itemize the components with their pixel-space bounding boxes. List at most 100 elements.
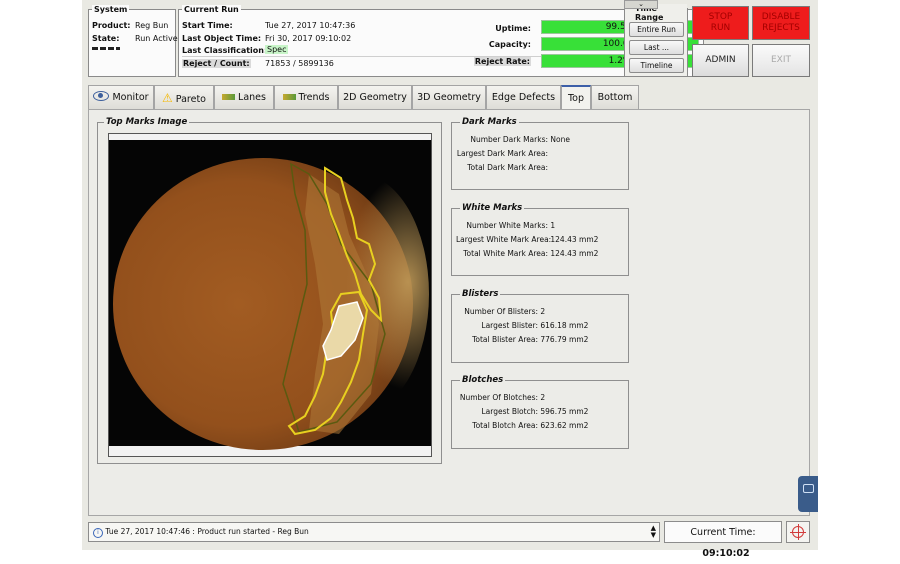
blisters-total-value: 776.79 mm2 — [540, 335, 589, 344]
blotches-number-label: Number Of Blotches: — [459, 393, 538, 402]
blisters-number-value: 2 — [540, 307, 546, 316]
current-time-label: Current Time: — [690, 527, 756, 538]
tab-pareto[interactable]: ⚠ Pareto — [154, 85, 214, 110]
tab-top[interactable]: Top — [561, 85, 591, 111]
last-object-label: Last Object Time: — [182, 34, 262, 43]
tab-top-label: Top — [567, 93, 585, 104]
blotches-total-row: Total Blotch Area: 623.62 mm2 — [456, 421, 588, 430]
dark-marks-group: Dark Marks Number Dark Marks: None Large… — [451, 117, 629, 190]
reject-count-value: 71853 / 5899136 — [265, 59, 334, 68]
stop-run-label: STOP RUN — [708, 12, 733, 33]
bun-image — [109, 134, 431, 456]
tab-trends-label: Trends — [298, 92, 330, 103]
disable-rejects-button[interactable]: DISABLE REJECTS — [752, 6, 810, 40]
stop-run-button[interactable]: STOP RUN — [692, 6, 749, 40]
dark-marks-number-value: None — [550, 135, 570, 144]
image-top-strip — [109, 134, 431, 140]
system-title: System — [92, 5, 130, 14]
tab-lanes[interactable]: Lanes — [214, 85, 274, 110]
uptime-label: Uptime: — [495, 24, 531, 33]
product-label: Product: — [92, 21, 131, 30]
dark-marks-largest-row: Largest Dark Mark Area: — [456, 149, 550, 158]
collapse-strip[interactable]: ⌄ — [624, 0, 658, 9]
blisters-largest-label: Largest Blister: — [481, 321, 538, 330]
blisters-largest-value: 616.18 mm2 — [540, 321, 589, 330]
tab-monitor[interactable]: Monitor — [88, 85, 154, 110]
tab-edge-defects[interactable]: Edge Defects — [486, 85, 561, 110]
disable-rejects-label: DISABLE REJECTS — [761, 12, 801, 33]
tab-bottom[interactable]: Bottom — [591, 85, 639, 110]
warning-icon: ⚠ — [162, 91, 173, 105]
status-message-bar[interactable]: i Tue 27, 2017 10:47:46 : Product run st… — [88, 522, 660, 542]
white-marks-group: White Marks Number White Marks: 1 Larges… — [451, 203, 629, 276]
current-time-box: Current Time: 09:10:02 — [664, 521, 782, 559]
white-marks-number-value: 1 — [550, 221, 556, 230]
state-label: State: — [92, 34, 120, 43]
blisters-number-row: Number Of Blisters: 2 — [456, 307, 545, 316]
timeline-button[interactable]: Timeline — [629, 58, 684, 73]
blisters-group: Blisters Number Of Blisters: 2 Largest B… — [451, 289, 629, 363]
info-icon: i — [93, 528, 103, 538]
white-marks-total-row: Total White Mark Area: 124.43 mm2 — [456, 249, 598, 258]
eye-icon — [93, 91, 110, 101]
tab-monitor-label: Monitor — [112, 92, 149, 103]
product-value: Reg Bun — [135, 21, 169, 30]
target-button[interactable] — [786, 521, 810, 543]
tab-3d-geometry[interactable]: 3D Geometry — [412, 85, 486, 110]
status-scroll-icon[interactable]: ▲ ▼ — [651, 525, 656, 539]
blisters-largest-row: Largest Blister: 616.18 mm2 — [456, 321, 588, 330]
exit-button[interactable]: EXIT — [752, 44, 810, 77]
last-object-value: Fri 30, 2017 09:10:02 — [265, 34, 352, 43]
current-run-title: Current Run — [182, 5, 241, 14]
blotches-group: Blotches Number Of Blotches: 2 Largest B… — [451, 375, 629, 449]
white-marks-title: White Marks — [460, 203, 525, 213]
exit-label: EXIT — [770, 55, 791, 65]
top-marks-image-title: Top Marks Image — [104, 117, 190, 127]
blotches-total-value: 623.62 mm2 — [540, 421, 589, 430]
tab-bottom-label: Bottom — [597, 92, 633, 103]
side-panel-handle[interactable] — [798, 476, 818, 512]
state-indicator-icon — [92, 47, 120, 50]
entire-run-button[interactable]: Entire Run — [629, 22, 684, 37]
top-marks-image — [108, 133, 432, 457]
dark-marks-number-row: Number Dark Marks: None — [456, 135, 570, 144]
dark-marks-number-label: Number Dark Marks: — [470, 135, 548, 144]
blotches-largest-value: 596.75 mm2 — [540, 407, 589, 416]
dark-marks-title: Dark Marks — [460, 117, 519, 127]
reject-rate-label: Reject Rate: — [473, 57, 531, 66]
top-marks-image-group: Top Marks Image — [97, 117, 442, 464]
tab-3d-geometry-label: 3D Geometry — [417, 92, 481, 103]
application-window: System Product: Reg Bun State: Run Activ… — [82, 0, 818, 559]
dark-marks-largest-label: Largest Dark Mark Area: — [456, 149, 548, 158]
capacity-label: Capacity: — [488, 40, 531, 49]
white-marks-largest-label: Largest White Mark Area: — [456, 235, 552, 244]
tab-2d-geometry[interactable]: 2D Geometry — [338, 85, 412, 110]
lanes-icon — [222, 94, 236, 100]
tab-2d-geometry-label: 2D Geometry — [343, 92, 407, 103]
start-time-label: Start Time: — [182, 21, 233, 30]
admin-label: ADMIN — [705, 55, 736, 65]
admin-button[interactable]: ADMIN — [692, 44, 749, 77]
tab-content-panel: Top Marks Image Dark Marks Number Dark M… — [88, 109, 810, 516]
last-class-value: Spec — [265, 45, 289, 54]
white-marks-total-value: 124.43 mm2 — [550, 249, 599, 258]
status-message: Tue 27, 2017 10:47:46 : Product run star… — [105, 527, 309, 536]
tab-trends[interactable]: Trends — [274, 85, 338, 110]
state-value: Run Active — [135, 34, 178, 43]
dark-marks-total-label: Total Dark Mark Area: — [467, 163, 548, 172]
last-button[interactable]: Last ... — [629, 40, 684, 55]
blisters-number-label: Number Of Blisters: — [464, 307, 538, 316]
blotches-total-label: Total Blotch Area: — [472, 421, 538, 430]
blisters-total-row: Total Blister Area: 776.79 mm2 — [456, 335, 588, 344]
white-marks-largest-row: Largest White Mark Area: 124.43 mm2 — [456, 235, 598, 244]
tab-pareto-label: Pareto — [175, 94, 206, 105]
start-time-value: Tue 27, 2017 10:47:36 — [265, 21, 356, 30]
blotches-largest-label: Largest Blotch: — [481, 407, 539, 416]
time-range-group: Time Range Entire Run Last ... Timeline — [624, 4, 688, 77]
white-marks-number-row: Number White Marks: 1 — [456, 221, 555, 230]
blotches-number-row: Number Of Blotches: 2 — [456, 393, 545, 402]
white-marks-number-label: Number White Marks: — [466, 221, 548, 230]
blisters-title: Blisters — [460, 289, 501, 299]
reject-count-label: Reject / Count: — [182, 59, 251, 68]
trends-icon — [282, 94, 296, 100]
